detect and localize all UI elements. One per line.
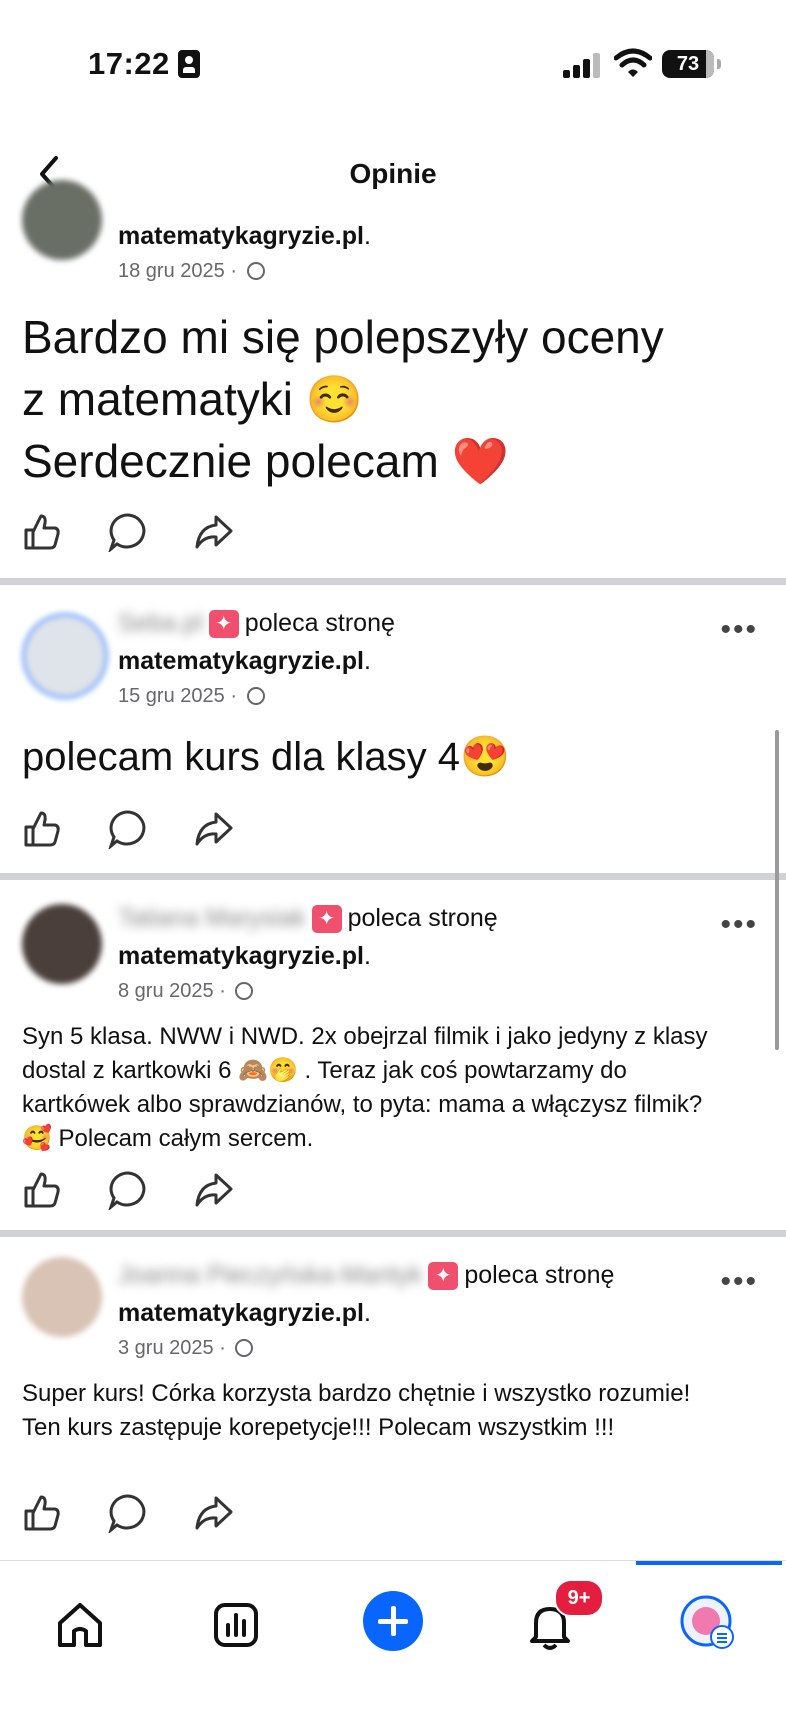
comment-icon[interactable] (108, 512, 148, 552)
globe-icon (246, 687, 265, 705)
comment-icon[interactable] (108, 1493, 148, 1533)
post-date[interactable]: 18 gru 2025 (118, 260, 225, 282)
battery-icon: 73 (662, 50, 721, 78)
globe-icon (246, 262, 265, 280)
author-name[interactable]: Joanna Pieczyńska-Mantyk (118, 1261, 422, 1289)
create-button[interactable] (363, 1591, 423, 1651)
page-title: Opinie (349, 158, 437, 189)
comment-icon[interactable] (108, 1170, 148, 1210)
page-link[interactable]: matematykagryzie.pl (118, 222, 364, 250)
author-name[interactable]: Seba.pl (118, 609, 203, 637)
battery-level: 73 (676, 53, 700, 75)
review-post-2: Seba.pl ✦ poleca stronę matematykagryzie.p… (0, 585, 786, 873)
post-text: Bardzo mi się polepszyły oceny z matemat… (22, 306, 664, 492)
id-card-icon (178, 50, 200, 78)
globe-icon (235, 982, 254, 1000)
more-options-icon[interactable]: ••• (720, 1265, 758, 1299)
post-divider (0, 873, 786, 880)
home-tab-icon[interactable] (52, 1597, 108, 1653)
author-name[interactable]: Tatiana Marysiak (118, 904, 306, 932)
avatar[interactable] (22, 1257, 102, 1337)
active-tab-indicator (636, 1561, 782, 1565)
post-date[interactable]: 8 gru 2025 (118, 980, 214, 1002)
page-link[interactable]: matematykagryzie.pl (118, 942, 364, 970)
avatar[interactable] (22, 180, 102, 260)
like-icon[interactable] (22, 809, 62, 849)
insights-tab-icon[interactable] (208, 1597, 264, 1653)
review-post-3: Tatiana Marysiak ✦ poleca stronę matematyk… (0, 880, 786, 1230)
share-icon[interactable] (194, 1170, 234, 1210)
more-options-icon[interactable]: ••• (720, 908, 758, 942)
post-text-line: z matematyki ☺️ (22, 373, 364, 425)
notifications-badge: 9+ (554, 1579, 604, 1617)
post-text: Super kurs! Córka korzysta bardzo chętni… (22, 1380, 691, 1441)
nav-bar: Opinie (0, 140, 786, 210)
post-date[interactable]: 15 gru 2025 (118, 685, 225, 707)
post-divider (0, 578, 786, 585)
scrollbar[interactable] (775, 730, 779, 1050)
post-text-line: Bardzo mi się polepszyły oceny (22, 311, 664, 363)
post-divider (0, 1230, 786, 1237)
avatar[interactable] (22, 613, 108, 699)
post-text: polecam kurs dla klasy 4😍 (22, 735, 510, 779)
review-post-4: Joanna Pieczyńska-Mantyk ✦ poleca stronę m… (0, 1237, 786, 1557)
post-text-line: Serdecznie polecam ❤️ (22, 435, 509, 487)
recommend-icon: ✦ (208, 610, 239, 639)
like-icon[interactable] (22, 1170, 62, 1210)
comment-icon[interactable] (108, 809, 148, 849)
share-icon[interactable] (194, 809, 234, 849)
post-text: Syn 5 klasa. NWW i NWD. 2x obejrzal film… (22, 1023, 708, 1152)
share-icon[interactable] (194, 512, 234, 552)
recommend-icon: ✦ (311, 905, 342, 934)
wifi-icon (614, 48, 652, 77)
share-icon[interactable] (194, 1493, 234, 1533)
recommend-label: poleca stronę (464, 1261, 615, 1289)
post-date[interactable]: 3 gru 2025 (118, 1337, 214, 1359)
recommend-icon: ✦ (428, 1262, 459, 1291)
more-options-icon[interactable]: ••• (720, 613, 758, 647)
cellular-signal-icon (563, 52, 601, 78)
avatar[interactable] (22, 904, 102, 984)
globe-icon (235, 1339, 254, 1357)
bottom-tab-bar: 9+ (0, 1560, 786, 1717)
recommend-label: poleca stronę (347, 904, 498, 932)
status-time: 17:22 (88, 46, 170, 81)
status-bar: 17:22 73 (0, 0, 786, 120)
profile-menu-icon[interactable] (678, 1593, 738, 1653)
page-link[interactable]: matematykagryzie.pl (118, 647, 364, 675)
recommend-label: poleca stronę (244, 609, 395, 637)
page-link[interactable]: matematykagryzie.pl (118, 1299, 364, 1327)
review-post-1: matematykagryzie.pl. 18 gru 2025 · Bardz… (0, 180, 786, 578)
like-icon[interactable] (22, 512, 62, 552)
like-icon[interactable] (22, 1493, 62, 1533)
